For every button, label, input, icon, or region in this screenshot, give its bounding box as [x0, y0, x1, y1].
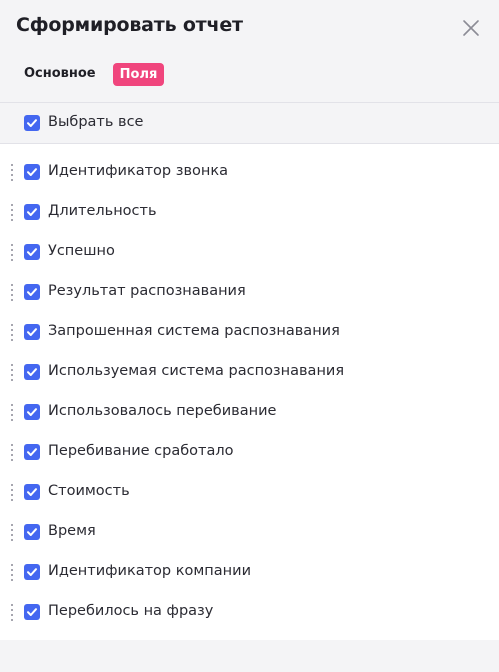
- check-icon: [27, 448, 37, 456]
- field-checkbox[interactable]: [24, 404, 40, 420]
- drag-handle-icon[interactable]: [10, 564, 14, 581]
- drag-handle-icon[interactable]: [10, 484, 14, 501]
- check-icon: [27, 368, 37, 376]
- list-item[interactable]: Длительность: [0, 192, 499, 232]
- tab-bar: Основное Поля: [24, 62, 165, 86]
- field-label: Время: [48, 523, 96, 539]
- list-item[interactable]: Идентификатор звонка: [0, 152, 499, 192]
- select-all-checkbox[interactable]: [24, 115, 40, 131]
- list-item[interactable]: Время: [0, 512, 499, 552]
- field-label: Идентификатор компании: [48, 563, 251, 579]
- check-icon: [27, 488, 37, 496]
- check-icon: [27, 168, 37, 176]
- tab-main[interactable]: Основное: [24, 62, 96, 86]
- close-icon[interactable]: [460, 17, 482, 39]
- list-item[interactable]: Стоимость: [0, 472, 499, 512]
- field-checkbox[interactable]: [24, 484, 40, 500]
- field-checkbox[interactable]: [24, 284, 40, 300]
- drag-handle-icon[interactable]: [10, 284, 14, 301]
- field-label: Запрошенная система распознавания: [48, 323, 340, 339]
- check-icon: [27, 288, 37, 296]
- drag-handle-icon[interactable]: [10, 204, 14, 221]
- drag-handle-icon[interactable]: [10, 244, 14, 261]
- drag-handle-icon[interactable]: [10, 604, 14, 621]
- check-icon: [27, 528, 37, 536]
- select-all-label: Выбрать все: [48, 114, 144, 130]
- drag-handle-icon[interactable]: [10, 364, 14, 381]
- field-label: Перебивание сработало: [48, 443, 234, 459]
- list-item[interactable]: Запрошенная система распознавания: [0, 312, 499, 352]
- field-label: Идентификатор звонка: [48, 163, 228, 179]
- field-label: Результат распознавания: [48, 283, 246, 299]
- field-checkbox[interactable]: [24, 604, 40, 620]
- list-item[interactable]: Перебивание сработало: [0, 432, 499, 472]
- check-icon: [27, 608, 37, 616]
- field-checkbox[interactable]: [24, 524, 40, 540]
- list-item[interactable]: Успешно: [0, 232, 499, 272]
- list-item[interactable]: Используемая система распознавания: [0, 352, 499, 392]
- check-icon: [27, 568, 37, 576]
- drag-handle-icon[interactable]: [10, 164, 14, 181]
- list-item[interactable]: Использовалось перебивание: [0, 392, 499, 432]
- field-checkbox[interactable]: [24, 324, 40, 340]
- field-label: Успешно: [48, 243, 115, 259]
- field-checkbox[interactable]: [24, 444, 40, 460]
- dialog-title: Сформировать отчет: [16, 14, 243, 36]
- field-checkbox[interactable]: [24, 164, 40, 180]
- field-label: Стоимость: [48, 483, 130, 499]
- drag-handle-icon[interactable]: [10, 404, 14, 421]
- check-icon: [27, 408, 37, 416]
- drag-handle-icon[interactable]: [10, 324, 14, 341]
- field-label: Используемая система распознавания: [48, 363, 345, 379]
- field-checkbox[interactable]: [24, 244, 40, 260]
- drag-handle-icon[interactable]: [10, 444, 14, 461]
- list-item[interactable]: Результат распознавания: [0, 272, 499, 312]
- field-list: Идентификатор звонка Длительность Успешно Р…: [0, 144, 499, 640]
- check-icon: [27, 119, 37, 127]
- field-checkbox[interactable]: [24, 364, 40, 380]
- list-item[interactable]: Идентификатор компании: [0, 552, 499, 592]
- list-item[interactable]: Перебилось на фразу: [0, 592, 499, 632]
- field-label: Длительность: [48, 203, 157, 219]
- check-icon: [27, 328, 37, 336]
- field-label: Использовалось перебивание: [48, 403, 277, 419]
- drag-handle-icon[interactable]: [10, 524, 14, 541]
- field-label: Перебилось на фразу: [48, 603, 214, 619]
- select-all-row[interactable]: Выбрать все: [0, 103, 499, 144]
- check-icon: [27, 248, 37, 256]
- check-icon: [27, 208, 37, 216]
- dialog-header: Сформировать отчет Основное Поля: [0, 0, 499, 103]
- tab-fields[interactable]: Поля: [112, 62, 165, 86]
- field-checkbox[interactable]: [24, 564, 40, 580]
- field-checkbox[interactable]: [24, 204, 40, 220]
